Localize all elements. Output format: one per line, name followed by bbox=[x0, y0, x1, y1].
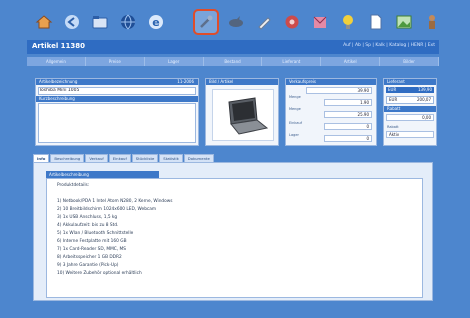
pen-icon[interactable] bbox=[253, 11, 275, 33]
page-title: Artikel 11380 bbox=[32, 42, 86, 50]
mail-icon[interactable] bbox=[309, 11, 331, 33]
price-row-label: Menge bbox=[289, 95, 301, 99]
tab-artikel[interactable]: Artikel bbox=[321, 57, 381, 66]
app-window: e Artikel 11380 Auf | Ab | Sp | Kalk | K… bbox=[23, 0, 441, 302]
discount-header: Rabatt bbox=[384, 106, 436, 112]
globe-icon[interactable] bbox=[117, 11, 139, 33]
tab-lager[interactable]: Lager bbox=[145, 57, 204, 66]
description-header: Artikelbeschreibung bbox=[46, 171, 159, 178]
article-name-header-label: Artikelbezeichnung bbox=[39, 79, 78, 84]
dolphin-icon[interactable] bbox=[225, 11, 247, 33]
supplier-row-label: EUR bbox=[389, 97, 398, 102]
sale-price-field[interactable]: 39.90 bbox=[306, 87, 372, 94]
article-name-header: Artikelbezeichnung 11-2006 bbox=[36, 79, 198, 85]
price-row-label: Lager bbox=[289, 133, 299, 137]
tab-bestand[interactable]: Bestand bbox=[204, 57, 263, 66]
tab-bilder[interactable]: Bilder bbox=[380, 57, 440, 66]
description-textarea[interactable]: Produktdetails: 1) Netbook/PDA 1 Intel A… bbox=[46, 178, 423, 298]
description-line: 7) 1x Card-Reader SD, MMC, MS bbox=[57, 247, 126, 252]
description-line: 4) Akkulaufzeit: bis zu 8 Std. bbox=[57, 223, 119, 228]
tools-icon[interactable] bbox=[193, 9, 219, 35]
home-icon[interactable] bbox=[33, 11, 55, 33]
price-row-label: Einkauf bbox=[289, 121, 302, 125]
image-icon[interactable] bbox=[393, 11, 415, 33]
article-image-header: Bild / Artikel bbox=[206, 79, 278, 85]
supplier-row-value: 200,07 bbox=[417, 97, 431, 102]
svg-text:e: e bbox=[152, 16, 159, 29]
price-row-value[interactable]: 0 bbox=[324, 123, 372, 130]
supplier-currency: EUR bbox=[388, 87, 397, 92]
article-date-label: 11-2006 bbox=[177, 79, 194, 84]
settings-icon[interactable] bbox=[281, 11, 303, 33]
description-line: 5) 1x Wlan / Bluetooth Schnittstelle bbox=[57, 231, 134, 236]
price-row-value[interactable]: 1.90 bbox=[324, 99, 372, 106]
article-image-panel: Bild / Artikel bbox=[205, 78, 279, 146]
tab-lieferant[interactable]: Lieferant bbox=[262, 57, 322, 66]
person-icon[interactable] bbox=[421, 11, 443, 33]
description-line: 1) Netbook/PDA 1 Intel Atom N280, 2 Kern… bbox=[57, 199, 173, 204]
prices-header: Verkaufspreis bbox=[286, 79, 376, 85]
prices-panel: Verkaufspreis 39.90 Menge 1.90 Menge 25.… bbox=[285, 78, 377, 146]
short-description-header: Kurzbeschreibung bbox=[36, 96, 198, 102]
detail-panel: Artikelbeschreibung Produktdetails: 1) N… bbox=[33, 162, 433, 301]
supplier-panel: Lieferant EUR 139,90 EUR 200,07 Rabatt 0… bbox=[383, 78, 437, 146]
description-line: 9) 3 Jahre Garantie (Pick-Up) bbox=[57, 263, 119, 268]
tab-allgemein[interactable]: Allgemein bbox=[27, 57, 86, 66]
article-name-panel: Artikelbezeichnung 11-2006 Toshiba Mini … bbox=[35, 78, 199, 146]
top-tab-bar: Allgemein Preise Lager Bestand Lieferant… bbox=[27, 57, 440, 66]
description-line: Produktdetails: bbox=[57, 183, 90, 188]
supplier-row[interactable]: EUR 200,07 bbox=[386, 96, 434, 104]
supplier-select[interactable]: EUR 139,90 bbox=[386, 87, 434, 93]
title-bar: Artikel 11380 Auf | Ab | Sp | Kalk | Kat… bbox=[27, 40, 439, 54]
discount-status-field[interactable]: Aktiv bbox=[386, 131, 434, 138]
supplier-price: 139,90 bbox=[418, 87, 432, 92]
back-icon[interactable] bbox=[61, 11, 83, 33]
description-line: 3) 1x USB Anschluss, 1,5 kg bbox=[57, 215, 118, 220]
price-row-value[interactable]: 25.90 bbox=[324, 111, 372, 118]
short-description-field[interactable] bbox=[38, 103, 196, 143]
document-icon[interactable] bbox=[365, 11, 387, 33]
tab-preise[interactable]: Preise bbox=[86, 57, 145, 66]
description-line: 8) Arbeitsspeicher 1 GB DDR2 bbox=[57, 255, 122, 260]
discount-field[interactable]: 0,00 bbox=[386, 114, 434, 121]
description-line: 2) 10 Breitbildschirm 1024x600 LED, Webc… bbox=[57, 207, 157, 212]
browser-e-icon[interactable]: e bbox=[145, 11, 167, 33]
supplier-header: Lieferant bbox=[384, 79, 436, 85]
price-row-value[interactable]: 0 bbox=[324, 135, 372, 142]
description-line: 6) Interne Festplatte mit 160 GB bbox=[57, 239, 127, 244]
discount-status-label: Rabatt bbox=[387, 125, 399, 129]
folder-icon[interactable] bbox=[89, 11, 111, 33]
description-line: 10) Weitere Zubehör optional erhältlich bbox=[57, 271, 142, 276]
laptop-image bbox=[212, 89, 274, 141]
bulb-icon[interactable] bbox=[337, 11, 359, 33]
toolbar: e bbox=[23, 8, 441, 38]
article-name-field[interactable]: Toshiba Mini 1005 bbox=[38, 87, 196, 95]
price-row-label: Menge bbox=[289, 107, 301, 111]
nav-links[interactable]: Auf | Ab | Sp | Kalk | Katalog | HENR | … bbox=[343, 43, 435, 48]
